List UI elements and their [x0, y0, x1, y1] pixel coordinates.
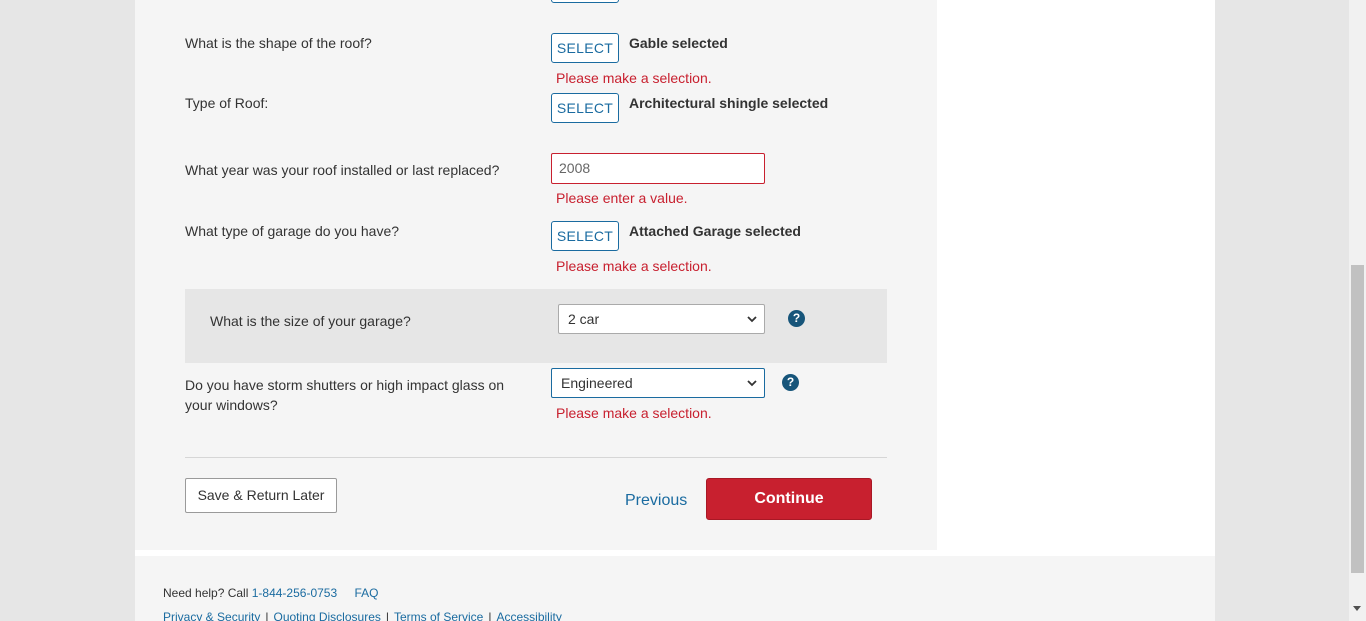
previous-select-button[interactable]	[551, 0, 619, 3]
garage-size-question: What is the size of your garage?	[210, 313, 411, 329]
vertical-scrollbar[interactable]	[1349, 0, 1366, 621]
footer-link-terms[interactable]: Terms of Service	[394, 610, 483, 621]
garage-type-select-button[interactable]: SELECT	[551, 221, 619, 251]
roof-year-input[interactable]: 2008	[551, 153, 765, 184]
save-return-later-button[interactable]: Save & Return Later	[185, 478, 337, 513]
storm-shutters-error: Please make a selection.	[556, 405, 712, 421]
storm-shutters-question: Do you have storm shutters or high impac…	[185, 375, 504, 415]
storm-shutters-value: Engineered	[561, 375, 633, 391]
roof-year-error: Please enter a value.	[556, 190, 688, 206]
footer-link-quoting-disclosures[interactable]: Quoting Disclosures	[273, 610, 380, 621]
roof-shape-question: What is the shape of the roof?	[185, 35, 372, 51]
garage-size-value: 2 car	[568, 311, 600, 327]
footer-link-accessibility[interactable]: Accessibility	[496, 610, 561, 621]
form-panel: What is the shape of the roof? SELECT Ga…	[135, 0, 937, 550]
roof-type-question: Type of Roof:	[185, 95, 269, 111]
footer-help-text: Need help? Call	[163, 586, 249, 600]
previous-link[interactable]: Previous	[625, 491, 687, 511]
roof-shape-selected: Gable selected	[629, 35, 728, 51]
garage-size-help-icon[interactable]: ?	[788, 310, 805, 327]
footer-faq-link[interactable]: FAQ	[354, 586, 378, 600]
roof-type-selected: Architectural shingle selected	[629, 95, 829, 111]
footer-links: Privacy & Security | Quoting Disclosures | T…	[163, 608, 562, 621]
roof-shape-select-button[interactable]: SELECT	[551, 33, 619, 63]
divider	[185, 457, 887, 458]
footer-link-privacy[interactable]: Privacy & Security	[163, 610, 260, 621]
garage-type-question: What type of garage do you have?	[185, 223, 400, 239]
storm-shutters-dropdown[interactable]: Engineered	[551, 368, 765, 398]
storm-shutters-question-line2: your windows?	[185, 397, 278, 413]
chevron-down-icon	[747, 380, 757, 387]
scrollbar-thumb[interactable]	[1351, 265, 1364, 573]
roof-type-select-button[interactable]: SELECT	[551, 93, 619, 123]
roof-year-question: What year was your roof installed or las…	[185, 162, 500, 178]
continue-button[interactable]: Continue	[706, 478, 872, 520]
scroll-down-arrow-icon[interactable]	[1353, 606, 1361, 611]
garage-type-selected: Attached Garage selected	[629, 223, 801, 239]
footer-phone-link[interactable]: 1-844-256-0753	[252, 586, 337, 600]
garage-size-dropdown[interactable]: 2 car	[558, 304, 765, 334]
footer-separator: |	[488, 610, 492, 621]
footer-separator: |	[385, 610, 389, 621]
storm-shutters-question-line1: Do you have storm shutters or high impac…	[185, 377, 505, 393]
footer-separator: |	[265, 610, 269, 621]
garage-type-error: Please make a selection.	[556, 258, 712, 274]
roof-shape-error: Please make a selection.	[556, 70, 712, 86]
footer-help: Need help? Call 1-844-256-0753 FAQ	[163, 584, 379, 602]
storm-shutters-help-icon[interactable]: ?	[782, 374, 799, 391]
page-container: What is the shape of the roof? SELECT Ga…	[135, 0, 1215, 621]
chevron-down-icon	[747, 316, 757, 323]
